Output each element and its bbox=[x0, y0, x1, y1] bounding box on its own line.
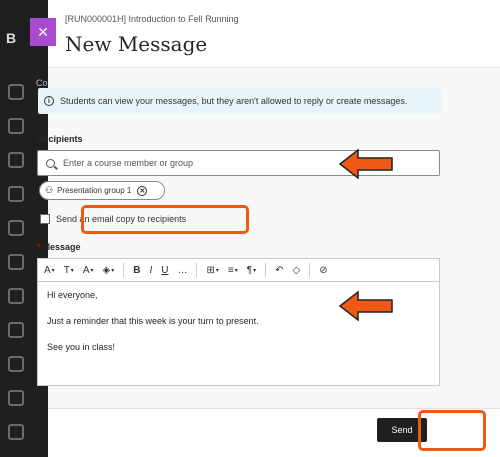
search-icon bbox=[46, 158, 55, 168]
highlight-button[interactable]: ◈ ▾ bbox=[103, 265, 115, 276]
info-banner: i Students can view your messages, but t… bbox=[38, 88, 442, 114]
course-title: [RUN000001H] Introduction to Fell Runnin… bbox=[65, 14, 239, 24]
organizations-icon[interactable] bbox=[8, 220, 24, 236]
message-label-text: Message bbox=[42, 242, 81, 252]
italic-button[interactable]: I bbox=[149, 265, 152, 276]
editor-toolbar: A ▾ T ▾ A ▾ ◈ ▾ B I U … ⊞ ▾ ≡ ▾ ¶ ▾ ↶ ◇ ⊘ bbox=[37, 258, 440, 282]
paragraph-button[interactable]: ¶ ▾ bbox=[247, 265, 256, 276]
font-size-button[interactable]: A ▾ bbox=[83, 265, 94, 276]
align-button[interactable]: ≡ ▾ bbox=[228, 265, 238, 276]
user-icon[interactable] bbox=[8, 390, 24, 406]
clear-format-icon[interactable]: ◇ bbox=[293, 265, 301, 276]
info-banner-text: Students can view your messages, but the… bbox=[60, 96, 408, 106]
required-marker: * bbox=[37, 242, 41, 252]
messages-icon[interactable] bbox=[8, 288, 24, 304]
app-logo: B bbox=[6, 30, 17, 46]
send-highlight bbox=[418, 410, 486, 451]
recipients-arrow-icon bbox=[338, 148, 393, 180]
table-button[interactable]: ⊞ ▾ bbox=[206, 265, 218, 276]
email-copy-highlight bbox=[81, 205, 249, 234]
email-copy-checkbox[interactable] bbox=[40, 214, 50, 224]
page-title: New Message bbox=[65, 32, 208, 56]
message-arrow-icon bbox=[338, 290, 393, 322]
group-icon: ⚇ bbox=[45, 185, 54, 195]
text-style-button[interactable]: T ▾ bbox=[64, 265, 74, 276]
grades-icon[interactable] bbox=[8, 322, 24, 338]
globe-icon[interactable] bbox=[8, 152, 24, 168]
recipients-placeholder: Enter a course member or group bbox=[63, 158, 194, 168]
recipient-chip-label: Presentation group 1 bbox=[57, 186, 132, 195]
toolbar-divider bbox=[265, 263, 267, 277]
rail-partial-label: Co bbox=[36, 78, 48, 88]
recipients-label: Recipients bbox=[37, 134, 83, 144]
close-icon[interactable]: ✕ bbox=[30, 18, 56, 46]
courses-icon[interactable] bbox=[8, 186, 24, 202]
more-button[interactable]: … bbox=[177, 265, 187, 276]
tools-icon[interactable] bbox=[8, 356, 24, 372]
link-icon[interactable]: ⊘ bbox=[319, 265, 327, 276]
toolbar-divider bbox=[123, 263, 125, 277]
signout-icon[interactable] bbox=[8, 424, 24, 440]
recipient-chip: ⚇ Presentation group 1 ✕ bbox=[39, 181, 165, 200]
toolbar-divider bbox=[196, 263, 198, 277]
institution-icon[interactable] bbox=[8, 84, 24, 100]
message-label: * Message bbox=[37, 242, 81, 252]
info-icon: i bbox=[44, 96, 54, 106]
paragraph-style-button[interactable]: A ▾ bbox=[44, 265, 55, 276]
profile-icon[interactable] bbox=[8, 118, 24, 134]
underline-button[interactable]: U bbox=[161, 265, 168, 276]
calendar-icon[interactable] bbox=[8, 254, 24, 270]
toolbar-divider bbox=[309, 263, 311, 277]
bold-button[interactable]: B bbox=[133, 265, 140, 276]
panel-header: ✕ [RUN000001H] Introduction to Fell Runn… bbox=[30, 0, 500, 68]
remove-recipient-icon[interactable]: ✕ bbox=[137, 185, 148, 196]
undo-icon[interactable]: ↶ bbox=[275, 265, 283, 276]
message-line: See you in class! bbox=[47, 342, 116, 352]
